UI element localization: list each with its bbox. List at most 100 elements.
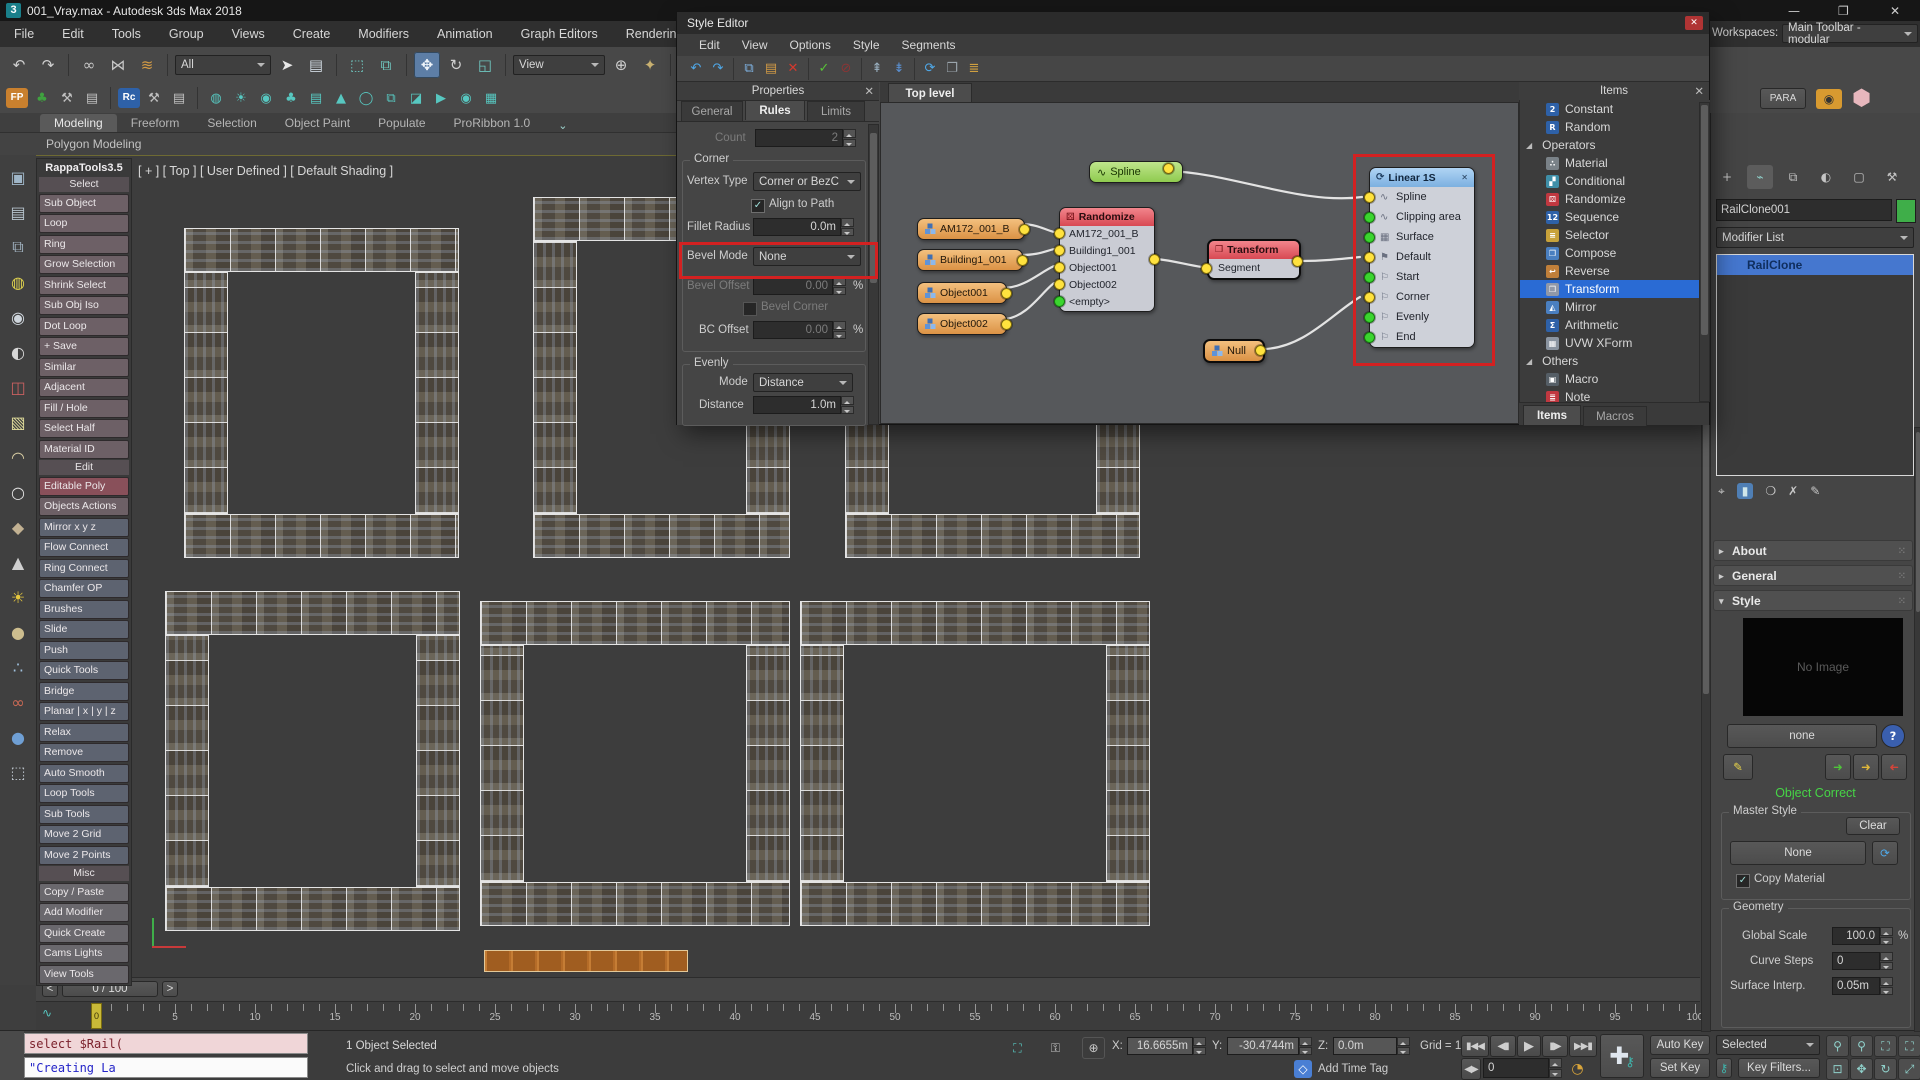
menu-modifiers[interactable]: Modifiers	[344, 27, 423, 41]
x-spinner[interactable]	[1193, 1037, 1206, 1055]
rappatools-dot-loop[interactable]: Dot Loop	[39, 317, 129, 336]
default-in-out-tangent-icon[interactable]: ⚷	[1716, 1058, 1732, 1078]
node-segment-Object001[interactable]: Object001	[917, 282, 1007, 304]
orbit-icon[interactable]: ↻	[1874, 1058, 1897, 1080]
rappatools-flow-connect[interactable]: Flow Connect	[39, 538, 129, 557]
rappatools-chamfer-op[interactable]: Chamfer OP	[39, 579, 129, 598]
select-object-icon[interactable]: ➤	[274, 52, 300, 78]
items-group-others[interactable]: Others	[1520, 352, 1710, 370]
rappatools-cams-lights[interactable]: Cams Lights	[39, 944, 129, 963]
z-field[interactable]: 0.0m	[1333, 1037, 1397, 1055]
circle-icon[interactable]: ○	[5, 479, 31, 505]
rappatools-editable-poly[interactable]: Editable Poly	[39, 477, 129, 496]
disabled-icon[interactable]: ⊘	[835, 58, 857, 80]
node-randomize[interactable]: ⚄Randomize AM172_001_BBuilding1_001Objec…	[1059, 207, 1155, 312]
randomize-input-Object002[interactable]: Object002	[1060, 277, 1154, 294]
properties-close-icon[interactable]: ✕	[864, 82, 874, 100]
node-port[interactable]	[1364, 192, 1375, 203]
generator-input-evenly[interactable]: ⚐Evenly	[1370, 307, 1474, 327]
bind-spacewarp-icon[interactable]: ≋	[134, 52, 160, 78]
modifier-list-dropdown[interactable]: Modifier List	[1716, 227, 1914, 248]
items-item-arithmetic[interactable]: ΣArithmetic	[1520, 316, 1710, 334]
node-port[interactable]	[1149, 254, 1160, 265]
rappatools-select-half[interactable]: Select Half	[39, 419, 129, 438]
curve-steps-spinner[interactable]	[1880, 952, 1893, 970]
delete-icon[interactable]: ✕	[782, 58, 804, 80]
tab-limits[interactable]: Limits	[807, 101, 865, 121]
apply-check-icon[interactable]: ✓	[813, 58, 835, 80]
node-port[interactable]	[1364, 292, 1375, 303]
menu-create[interactable]: Create	[279, 27, 345, 41]
editor-menu-edit[interactable]: Edit	[688, 38, 731, 52]
pin-up-icon[interactable]: ⇞	[866, 58, 888, 80]
rollout-scrollbar[interactable]	[1914, 427, 1920, 1032]
ribbon-tab-object-paint[interactable]: Object Paint	[271, 114, 364, 132]
generator-input-default[interactable]: ⚑Default	[1370, 247, 1474, 267]
bc-offset-spinner[interactable]	[833, 321, 846, 339]
menu-graph-editors[interactable]: Graph Editors	[507, 27, 612, 41]
randomize-input-empty[interactable]: <empty>	[1060, 294, 1154, 311]
modify-tab[interactable]: ⌁	[1747, 165, 1773, 189]
rappatools-slide[interactable]: Slide	[39, 620, 129, 639]
surface-interp-field[interactable]: 0.05m	[1832, 977, 1880, 995]
close-button[interactable]: ✕	[1890, 4, 1900, 18]
node-port[interactable]	[1001, 288, 1012, 299]
bevel-offset-spinner[interactable]	[833, 277, 846, 295]
ribbon-tab-proribbon-1-0[interactable]: ProRibbon 1.0	[440, 114, 545, 132]
fillet-radius-spinner[interactable]	[841, 218, 854, 236]
node-port[interactable]	[1001, 319, 1012, 330]
teapot-icon[interactable]: ◆	[5, 514, 31, 540]
randomize-input-Object001[interactable]: Object001	[1060, 260, 1154, 277]
node-segment-Building1_001[interactable]: Building1_001	[917, 249, 1023, 271]
select-manipulate-icon[interactable]: ✦	[637, 52, 663, 78]
frame-spinner[interactable]	[1549, 1058, 1562, 1078]
rappatools-add-modifier[interactable]: Add Modifier	[39, 903, 129, 922]
node-port[interactable]	[1054, 262, 1065, 273]
node-segment-Object002[interactable]: Object002	[917, 313, 1007, 335]
rappatools-quick-tools[interactable]: Quick Tools	[39, 661, 129, 680]
items-item-material[interactable]: ∴Material	[1520, 154, 1710, 172]
rappatools-adjacent[interactable]: Adjacent	[39, 378, 129, 397]
rollout-about[interactable]: About	[1713, 540, 1913, 561]
all-dropdown[interactable]: All	[175, 55, 271, 75]
hierarchy-tab[interactable]: ⧉	[1780, 165, 1806, 189]
rappatools-fill-hole[interactable]: Fill / Hole	[39, 399, 129, 418]
rappatools-similar[interactable]: Similar	[39, 358, 129, 377]
ribbon-tab-modeling[interactable]: Modeling	[40, 114, 117, 132]
ribbon-tab-freeform[interactable]: Freeform	[117, 114, 194, 132]
undo-icon[interactable]: ↶	[685, 58, 707, 80]
make-unique-icon[interactable]: ❍	[1765, 484, 1776, 498]
bevel-offset-field[interactable]: 0.00	[806, 280, 828, 292]
layers-icon[interactable]: ⧉	[380, 87, 402, 109]
menu-views[interactable]: Views	[218, 27, 279, 41]
railclone-icon[interactable]: Rc	[118, 88, 140, 108]
node-port[interactable]	[1054, 228, 1065, 239]
pan-icon[interactable]: ✥	[1850, 1058, 1873, 1080]
rappatools-save[interactable]: + Save	[39, 337, 129, 356]
clapper-icon[interactable]: ◫	[5, 374, 31, 400]
hexagon-tool-icon[interactable]: ⬢	[1852, 86, 1871, 111]
count-spinner[interactable]	[843, 129, 856, 147]
items-item-random[interactable]: RRandom	[1520, 118, 1710, 136]
fillet-radius-field[interactable]: 0.0m	[753, 218, 841, 236]
tree-icon[interactable]: ♣	[31, 87, 53, 109]
view-dropdown[interactable]: View	[513, 55, 605, 75]
generator-input-surface[interactable]: ▦Surface	[1370, 227, 1474, 247]
node-port[interactable]	[1364, 212, 1375, 223]
node-port[interactable]	[1201, 263, 1212, 274]
z-spinner[interactable]	[1397, 1037, 1410, 1055]
zoom-icon[interactable]: ⚲	[1826, 1035, 1849, 1057]
rappatools-mirror-x-y-z[interactable]: Mirror x y z	[39, 518, 129, 537]
items-item-constant[interactable]: 2Constant	[1520, 100, 1710, 118]
node-port[interactable]	[1163, 163, 1174, 174]
tab-rules[interactable]: Rules	[745, 100, 805, 120]
current-frame-field[interactable]: 0	[1483, 1058, 1549, 1078]
select-and-move-icon[interactable]: ✥	[414, 52, 440, 78]
use-pivot-center-icon[interactable]: ⊕	[608, 52, 634, 78]
spheres-icon[interactable]: ∞	[5, 689, 31, 715]
menu-file[interactable]: File	[0, 27, 48, 41]
properties-panel-header[interactable]: Properties ✕	[677, 82, 879, 101]
generator-input-corner[interactable]: ⚐Corner	[1370, 287, 1474, 307]
maximize-viewport-icon[interactable]: ⤢	[1898, 1058, 1920, 1080]
rappatools-quick-create[interactable]: Quick Create	[39, 924, 129, 943]
